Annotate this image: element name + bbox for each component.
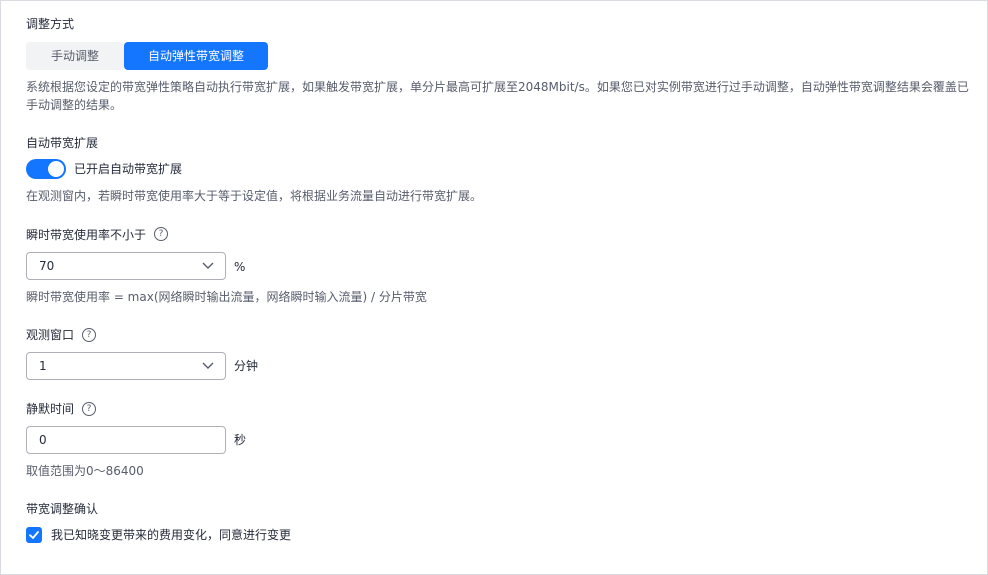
adjust-mode-label: 调整方式	[26, 17, 75, 31]
auto-expand-toggle-label: 已开启自动带宽扩展	[74, 162, 183, 176]
question-circle-icon[interactable]: ?	[82, 328, 96, 342]
chevron-down-icon	[202, 262, 214, 269]
observe-window-value: 1	[39, 359, 47, 373]
adjust-mode-description: 系统根据您设定的带宽弹性策略自动执行带宽扩展，如果触发带宽扩展，单分片最高可扩展…	[26, 80, 969, 112]
silent-time-value: 0	[39, 433, 47, 447]
observe-window-select[interactable]: 1	[26, 352, 226, 380]
auto-adjust-button[interactable]: 自动弹性带宽调整	[124, 42, 268, 70]
question-circle-icon[interactable]: ?	[154, 227, 168, 241]
checkmark-icon	[29, 531, 39, 539]
chevron-down-icon	[202, 362, 214, 369]
usage-threshold-label: 瞬时带宽使用率不小于	[26, 228, 147, 242]
usage-threshold-value: 70	[39, 259, 55, 273]
usage-threshold-select[interactable]: 70	[26, 252, 226, 280]
silent-time-unit: 秒	[234, 433, 247, 447]
confirm-checkbox[interactable]	[26, 527, 42, 543]
usage-formula-text: 瞬时带宽使用率 = max(网络瞬时输出流量，网络瞬时输入流量) / 分片带宽	[26, 290, 427, 304]
bandwidth-settings-panel: 调整方式 手动调整 自动弹性带宽调整 系统根据您设定的带宽弹性策略自动执行带宽扩…	[0, 0, 988, 575]
manual-adjust-button[interactable]: 手动调整	[26, 42, 124, 70]
observe-window-label: 观测窗口	[26, 328, 75, 342]
confirm-checkbox-label: 我已知晓变更带来的费用变化，同意进行变更	[51, 528, 292, 542]
question-circle-icon[interactable]: ?	[82, 402, 96, 416]
toggle-knob	[48, 161, 64, 177]
silent-time-range-hint: 取值范围为0～86400	[26, 464, 144, 478]
silent-time-input[interactable]: 0	[26, 426, 226, 454]
silent-time-label: 静默时间	[26, 402, 75, 416]
auto-expand-description: 在观测窗内，若瞬时带宽使用率大于等于设定值，将根据业务流量自动进行带宽扩展。	[26, 189, 483, 203]
confirm-label: 带宽调整确认	[26, 502, 99, 516]
auto-expand-label: 自动带宽扩展	[26, 136, 99, 150]
usage-threshold-unit: %	[234, 260, 246, 274]
auto-expand-toggle[interactable]	[26, 159, 66, 179]
observe-window-unit: 分钟	[234, 359, 259, 373]
